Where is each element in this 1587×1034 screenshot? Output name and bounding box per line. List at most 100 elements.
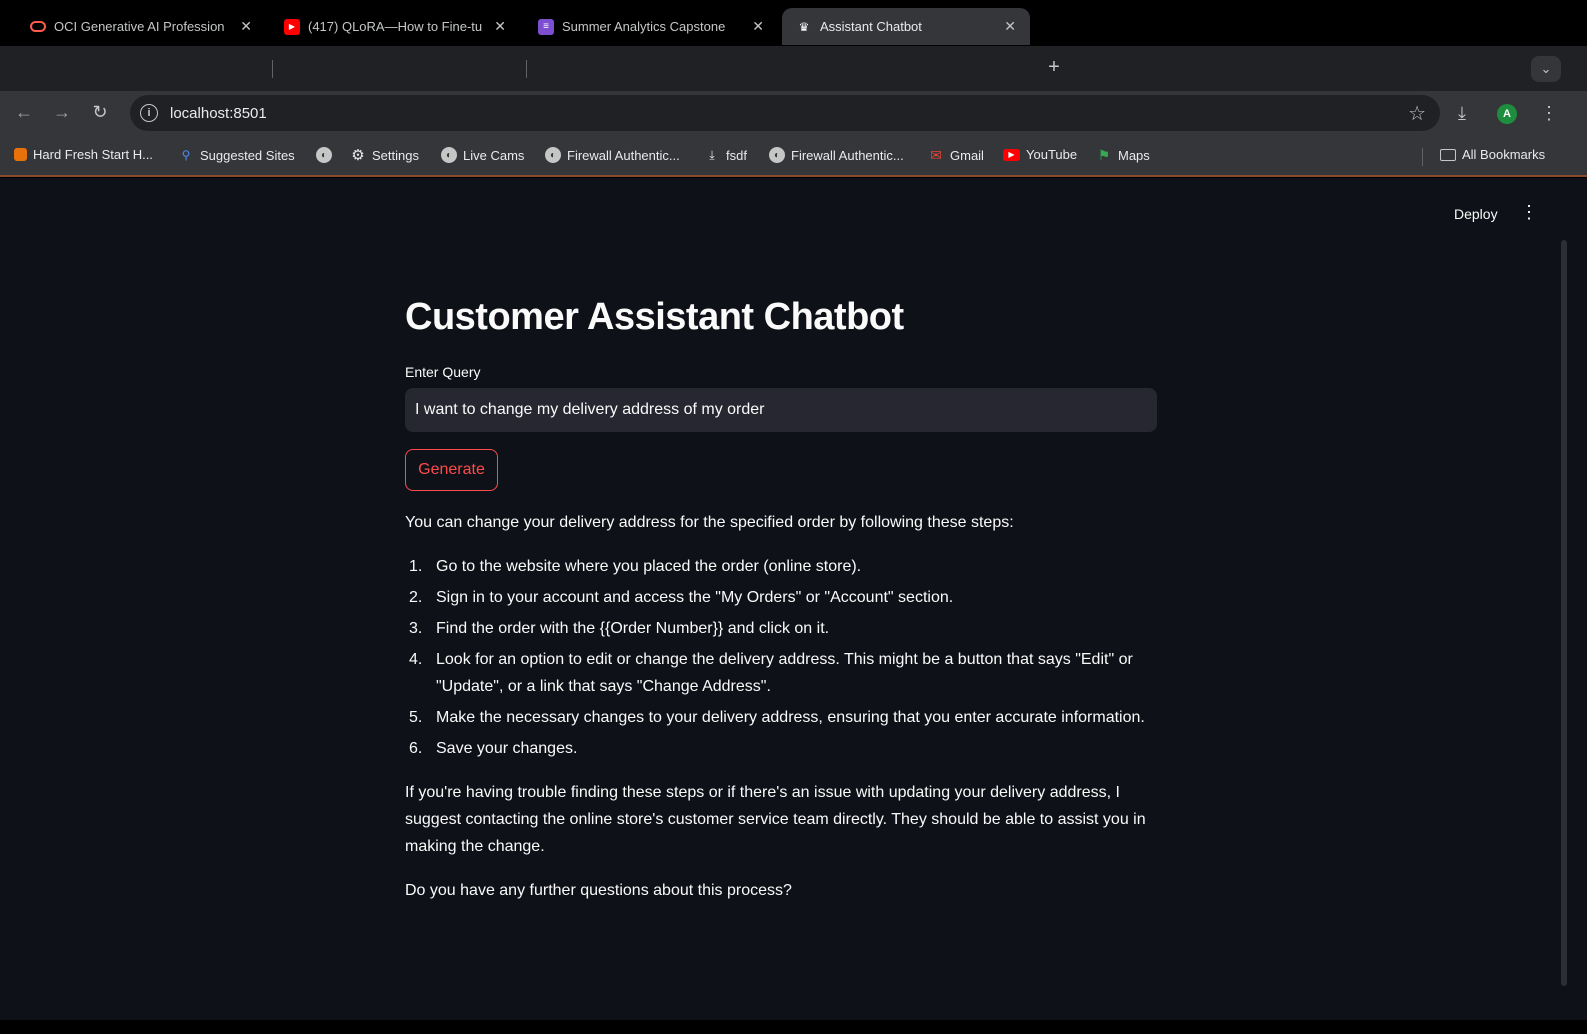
streamlit-crown-icon: ♛ (798, 19, 810, 34)
tab-strip (0, 46, 1587, 91)
gear-icon: ⚙ (351, 147, 365, 164)
step-text: Save your changes. (436, 740, 578, 757)
app-menu-icon[interactable]: ⋮ (1520, 202, 1538, 223)
step-number: 2. (409, 589, 423, 606)
bookmark-label: Settings (372, 147, 419, 163)
arrow-left-icon: ← (15, 102, 33, 122)
bookmarks-separator (1422, 148, 1423, 166)
close-icon[interactable]: ✕ (1004, 18, 1016, 35)
bookmark-label: YouTube (1026, 147, 1078, 162)
step-number: 1. (409, 558, 423, 575)
bookmark-label: Maps (1118, 147, 1150, 163)
maps-icon: ⚑ (1097, 146, 1111, 163)
tab-summer-analytics[interactable]: ≡ Summer Analytics Capstone ✕ (524, 8, 778, 45)
generate-button[interactable]: Generate (405, 449, 498, 491)
list-item: 2. Sign in to your account and access the… (405, 584, 1165, 611)
bookmark-fsdf[interactable]: ⤓ fsdf (704, 147, 747, 163)
url-text[interactable]: localhost:8501 (170, 105, 267, 122)
bookmark-suggested-sites[interactable]: ⚲ Suggested Sites (178, 147, 295, 163)
globe-icon: ◐ (441, 147, 457, 163)
bookmark-label: Firewall Authentic... (567, 147, 680, 163)
scrollbar[interactable] (1561, 240, 1567, 986)
bookmarks-bar: Hard Fresh Start H... ⚲ Suggested Sites … (0, 137, 1587, 177)
answer-block: You can change your delivery address for… (405, 509, 1165, 921)
address-bar[interactable]: i localhost:8501 ☆ (130, 95, 1440, 131)
youtube-icon: ▶ (284, 18, 300, 35)
bookmark-youtube[interactable]: ▶ YouTube (1003, 147, 1077, 162)
oracle-icon (30, 21, 46, 32)
forms-icon: ≡ (538, 18, 554, 35)
bookmark-live-cams[interactable]: ◐ Live Cams (441, 147, 524, 163)
answer-intro: You can change your delivery address for… (405, 514, 1014, 531)
step-number: 4. (409, 651, 423, 668)
site-info-icon[interactable]: i (140, 104, 158, 122)
bookmark-settings[interactable]: ⚙ Settings (350, 147, 419, 164)
bookmark-star-icon[interactable]: ☆ (1408, 101, 1426, 126)
bookmark-label: Hard Fresh Start H... (33, 147, 153, 162)
globe-icon: ◐ (545, 147, 561, 163)
bookmark-label: Suggested Sites (200, 147, 295, 163)
list-item: 4. Look for an option to edit or change t… (405, 646, 1165, 700)
browser-toolbar: ← → ↻ i localhost:8501 ☆ ⤓ A ⋮ (0, 91, 1587, 137)
step-text: Find the order with the {{Order Number}}… (436, 620, 830, 637)
tab-title: Assistant Chatbot (820, 19, 922, 34)
chevron-down-icon: ⌄ (1540, 61, 1552, 76)
close-icon[interactable]: ✕ (494, 18, 506, 35)
app-main: Deploy ⋮ Customer Assistant Chatbot Ente… (0, 178, 1587, 1020)
step-text: Make the necessary changes to your deliv… (436, 709, 1145, 726)
globe-icon: ◐ (769, 147, 785, 163)
query-label: Enter Query (405, 364, 481, 380)
download-icon[interactable]: ⤓ (1458, 103, 1466, 124)
deploy-button[interactable]: Deploy (1454, 206, 1498, 222)
forward-button[interactable]: → (50, 102, 74, 123)
bookmark-label: fsdf (726, 147, 747, 163)
bookmark-hard-fresh-start[interactable]: Hard Fresh Start H... (14, 147, 153, 162)
list-item: 6. Save your changes. (405, 735, 1165, 762)
gmail-icon: ✉ (930, 146, 942, 163)
bookmark-firewall-2[interactable]: ◐ Firewall Authentic... (769, 147, 904, 163)
reload-icon: ↻ (92, 102, 108, 122)
arrow-right-icon: → (53, 102, 71, 122)
bookmark-firewall-1[interactable]: ◐ Firewall Authentic... (545, 147, 680, 163)
tab-separator (526, 60, 527, 78)
bookmark-maps[interactable]: ⚑ Maps (1096, 147, 1150, 163)
tab-title: (417) QLoRA—How to Fine-tu (308, 19, 483, 34)
step-number: 3. (409, 620, 423, 637)
close-icon[interactable]: ✕ (240, 18, 252, 35)
tab-oci[interactable]: OCI Generative AI Profession ✕ (16, 8, 266, 45)
step-text: Sign in to your account and access the "… (436, 589, 954, 606)
folder-icon (1440, 148, 1456, 161)
answer-steps: 1. Go to the website where you placed the… (405, 553, 1165, 762)
step-number: 5. (409, 709, 423, 726)
new-tab-button[interactable]: + (1042, 56, 1066, 79)
step-text: Go to the website where you placed the o… (436, 558, 862, 575)
download-icon: ⤓ (709, 147, 715, 162)
page-title: Customer Assistant Chatbot (405, 296, 904, 338)
close-icon[interactable]: ✕ (752, 18, 764, 35)
tab-assistant-chatbot[interactable]: ♛ Assistant Chatbot ✕ (782, 8, 1030, 45)
bookmark-globe[interactable]: ◐ (316, 147, 338, 163)
bookmark-label: Firewall Authentic... (791, 147, 904, 163)
browser-menu-icon[interactable]: ⋮ (1540, 103, 1558, 124)
answer-followup: If you're having trouble finding these s… (405, 784, 1146, 855)
tab-title: OCI Generative AI Profession (54, 19, 225, 34)
bookmark-all-bookmarks[interactable]: All Bookmarks (1440, 147, 1545, 162)
tab-title: Summer Analytics Capstone (562, 19, 726, 34)
tab-separator (272, 60, 273, 78)
bookmark-label: Live Cams (463, 147, 525, 163)
search-icon: ⚲ (181, 148, 191, 162)
tab-search-button[interactable]: ⌄ (1531, 56, 1561, 82)
bookmark-gmail[interactable]: ✉ Gmail (928, 147, 984, 163)
reload-button[interactable]: ↻ (88, 102, 112, 123)
answer-closing: Do you have any further questions about … (405, 882, 792, 899)
avatar[interactable]: A (1497, 104, 1517, 124)
tab-youtube-qlora[interactable]: ▶ (417) QLoRA—How to Fine-tu ✕ (270, 8, 520, 45)
bookmark-label: Gmail (950, 147, 984, 163)
list-item: 5. Make the necessary changes to your del… (405, 704, 1165, 731)
back-button[interactable]: ← (12, 102, 36, 123)
globe-icon: ◐ (316, 147, 332, 163)
list-item: 1. Go to the website where you placed the… (405, 553, 1165, 580)
query-input[interactable] (405, 388, 1157, 432)
youtube-icon: ▶ (1003, 148, 1020, 161)
list-item: 3. Find the order with the {{Order Number… (405, 615, 1165, 642)
